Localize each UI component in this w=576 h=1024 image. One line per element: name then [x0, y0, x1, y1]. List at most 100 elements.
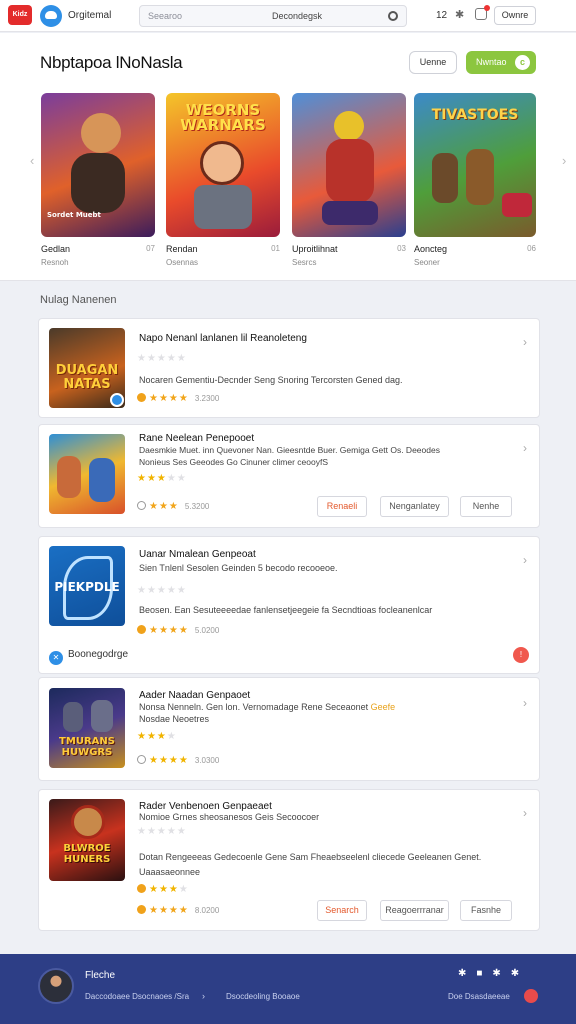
game-card[interactable]: WEORNS WARNARS Rendan 01 Osennas: [166, 93, 280, 267]
game-name: Aoncteg: [414, 244, 448, 254]
chevron-right-icon[interactable]: ›: [523, 696, 527, 710]
game-cover-image: WEORNS WARNARS: [166, 93, 280, 237]
rating-placeholder: ★★★★★: [137, 585, 187, 596]
item-title: Napo Nenanl lanlanen lil Reanoleteng: [139, 333, 307, 344]
game-name: Uproitlihnat: [292, 244, 338, 254]
search-icon[interactable]: [388, 11, 398, 21]
rating-dot-icon: [137, 905, 146, 914]
game-count: 07: [146, 244, 155, 253]
verified-badge-icon: [110, 393, 124, 407]
featured-section: Nbptapoa lNoNasla Uenne Nwntao c ‹ › Sor…: [0, 33, 576, 281]
item-title: Uanar Nmalean Genpeoat: [139, 549, 256, 560]
chevron-right-icon[interactable]: ›: [523, 553, 527, 567]
list-item[interactable]: TMURANS HUWGRS Aader Naadan Genpaoet › N…: [38, 677, 540, 781]
game-count: 03: [397, 244, 406, 253]
rating-dot-icon: [137, 501, 146, 510]
alert-icon[interactable]: !: [513, 647, 529, 663]
item-description: Dotan Rengeeeas Gedecoenle Gene Sam Fhea…: [139, 852, 482, 862]
chevron-right-icon[interactable]: ›: [523, 335, 527, 349]
footer-bar: Fleche Daccodoaee Dsocnaoes /Sra › Dsocd…: [0, 954, 576, 1024]
chevron-right-icon[interactable]: ›: [523, 806, 527, 820]
search-value: Decondegsk: [272, 11, 323, 21]
top-bar: Kidz Orgitemal Seearoo Decondegsk 12 ✱ O…: [0, 0, 576, 32]
game-count: 01: [271, 244, 280, 253]
settings-icon[interactable]: ✱: [455, 8, 464, 21]
game-cover-image: Sordet Muebt: [41, 93, 155, 237]
action-button[interactable]: Senarch: [317, 900, 367, 921]
chevron-right-icon[interactable]: ›: [523, 441, 527, 455]
developer-icon: ✕: [49, 651, 63, 665]
list-item[interactable]: Rane Neelean Penepooet › Daesmkie Muet. …: [38, 424, 540, 528]
inbox-badge: [484, 5, 490, 11]
action-button[interactable]: Renaeli: [317, 496, 367, 517]
list-item[interactable]: BLWROE HUNERS Rader Venbenoen Genpaeaet …: [38, 789, 540, 931]
cloud-icon[interactable]: [40, 5, 62, 27]
action-button[interactable]: Nenhe: [460, 496, 512, 517]
game-subtitle: Seoner: [414, 258, 440, 267]
user-name: Fleche: [85, 970, 116, 981]
game-thumbnail: [49, 434, 125, 514]
chevron-right-icon: ›: [202, 991, 205, 1001]
game-thumbnail: PIEKPDLE: [49, 546, 125, 626]
item-rating: ★★★★ 3.0300: [137, 755, 219, 766]
game-subtitle: Resnoh: [41, 258, 69, 267]
game-card[interactable]: TIVASTOES Aoncteg 06 Seoner: [414, 93, 536, 267]
item-description: Beosen. Ean Sesuteeeedae fanlensetjeegei…: [139, 605, 433, 615]
brand-name: Orgitemal: [68, 10, 112, 21]
arrow-circle-icon: c: [515, 55, 530, 70]
item-description: Nonsa Nenneln. Gen lon. Vernomadage Rene…: [139, 702, 396, 712]
game-thumbnail: BLWROE HUNERS: [49, 799, 125, 881]
game-count: 06: [527, 244, 536, 253]
primary-action-label: Nwntao: [476, 57, 507, 67]
item-description: Nomioe Grnes sheosanesos Geis Secoocoer: [139, 812, 320, 822]
list-item[interactable]: PIEKPDLE Uanar Nmalean Genpeoat › Sien T…: [38, 536, 540, 674]
footer-links[interactable]: Daccodoaee Dsocnaoes /Sra: [85, 992, 189, 1001]
avatar[interactable]: [38, 968, 74, 1004]
item-description: Nocaren Gementiu-Decnder Seng Snoring Te…: [139, 375, 403, 385]
social-icons[interactable]: ✱■✱✱: [458, 968, 529, 979]
search-input[interactable]: Seearoo Decondegsk: [139, 5, 407, 27]
rating-placeholder: ★★★★★: [137, 473, 187, 484]
notification-count: 12: [436, 10, 448, 21]
item-title: Rane Neelean Penepooet: [139, 433, 255, 444]
item-rating: ★★★★ 5.0200: [137, 625, 219, 636]
carousel-prev-icon[interactable]: ‹: [30, 153, 34, 168]
list-item[interactable]: DUAGAN NATAS Napo Nenanl lanlanen lil Re…: [38, 318, 540, 418]
rating-placeholder: ★★★★★: [137, 353, 187, 364]
footer-links-secondary[interactable]: Dsocdeoling Booaoe: [226, 992, 300, 1001]
list-heading: Nulag Nanenen: [40, 294, 117, 306]
item-title: Rader Venbenoen Genpaeaet: [139, 801, 272, 812]
app-logo[interactable]: Kidz: [8, 5, 32, 25]
action-button[interactable]: Fasnhe: [460, 900, 512, 921]
item-description: Sien Tnlenl Sesolen Geinden 5 becodo rec…: [139, 563, 338, 573]
carousel-next-icon[interactable]: ›: [562, 153, 566, 168]
game-subtitle: Osennas: [166, 258, 199, 267]
rating-dot-icon: [137, 393, 146, 402]
rating-dot-icon: [137, 625, 146, 634]
item-description: Nosdae Neoetres: [139, 714, 210, 724]
featured-title: Nbptapoa lNoNasla: [40, 53, 183, 72]
game-card[interactable]: Sordet Muebt Gedlan 07 Resnoh: [41, 93, 155, 267]
account-button[interactable]: Ownre: [494, 6, 536, 25]
action-button[interactable]: Reagoerrranar: [380, 900, 449, 921]
notification-icon[interactable]: [524, 989, 538, 1003]
rating-dot-icon: [137, 755, 146, 764]
item-description: Uaaasaeonnee: [139, 867, 201, 877]
search-placeholder: Seearoo: [148, 11, 183, 21]
rating-placeholder: ★★★★: [137, 731, 177, 742]
footer-right-text[interactable]: Doe Dsasdaeeae: [448, 992, 510, 1001]
item-description: Daesmkie Muet. inn Quevoner Nan. Gieesnt…: [139, 445, 440, 455]
game-name: Rendan: [166, 244, 198, 254]
view-button[interactable]: Uenne: [409, 51, 457, 74]
inbox-icon[interactable]: [475, 5, 490, 20]
game-subtitle: Sesrcs: [292, 258, 317, 267]
rating-dot-icon: [137, 884, 146, 893]
developer-link[interactable]: ✕ Boonegodrge: [49, 649, 128, 665]
primary-action-button[interactable]: Nwntao c: [466, 51, 536, 74]
game-name: Gedlan: [41, 244, 71, 254]
rating-placeholder: ★★★★★: [137, 826, 187, 837]
game-card[interactable]: Uproitlihnat 03 Sesrcs: [292, 93, 406, 267]
item-rating: ★★★★ 3.2300: [137, 393, 219, 404]
action-button[interactable]: Nenganlatey: [380, 496, 449, 517]
game-cover-image: [292, 93, 406, 237]
